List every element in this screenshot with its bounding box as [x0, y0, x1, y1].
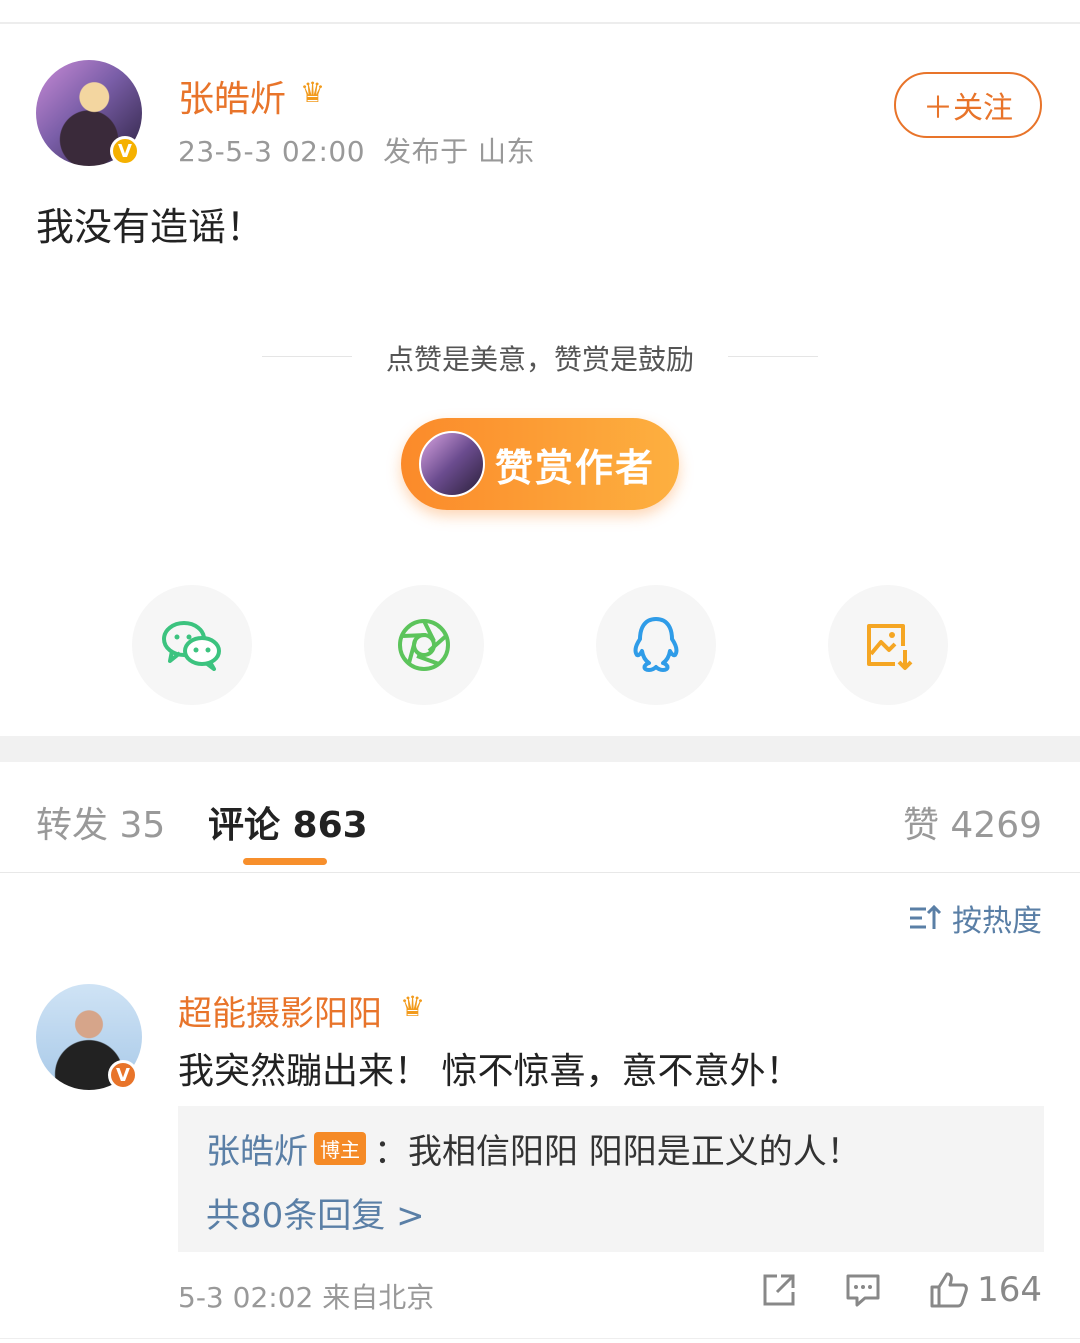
share-moments-button[interactable]	[364, 585, 484, 705]
comment-text: 我突然蹦出来！ 惊不惊喜，意不意外！	[178, 1051, 802, 1092]
save-image-icon	[867, 624, 913, 670]
share-wechat-button[interactable]	[132, 585, 252, 705]
post-text: 我没有造谣！	[36, 205, 265, 249]
post-location: 发布于 山东	[383, 135, 535, 168]
save-image-button[interactable]	[828, 585, 948, 705]
active-tab-indicator	[243, 858, 327, 865]
top-divider	[0, 22, 1080, 24]
vip-crown-icon: ♛	[300, 76, 326, 109]
comment-actions: 164	[761, 1270, 1042, 1310]
divider-left	[262, 356, 352, 357]
reply-preview: 张皓炘 博主 ：我相信阳阳 阳阳是正义的人！	[206, 1124, 861, 1173]
like-count: 164	[977, 1270, 1042, 1310]
tip-caption: 点赞是美意，赞赏是鼓励	[385, 343, 694, 376]
tabs-divider	[0, 872, 1080, 873]
like-button[interactable]: 164	[929, 1270, 1042, 1310]
author-name[interactable]: 张皓炘	[178, 70, 286, 122]
reward-avatar	[419, 431, 485, 497]
verified-icon: V	[110, 136, 140, 166]
wechat-icon	[162, 621, 221, 671]
reply-user[interactable]: 张皓炘	[206, 1124, 308, 1173]
share-qq-button[interactable]	[596, 585, 716, 705]
commenter-name[interactable]: 超能摄影阳阳	[178, 986, 382, 1035]
tab-like[interactable]: 赞 4269	[903, 796, 1042, 848]
sort-icon	[910, 904, 942, 929]
view-replies-link[interactable]: 共80条回复 >	[206, 1188, 425, 1237]
vip-crown-icon: ♛	[400, 990, 426, 1023]
section-gap	[0, 736, 1080, 762]
bottom-divider	[0, 1338, 1080, 1339]
post-date: 23-5-3 02:00	[178, 135, 366, 168]
follow-button[interactable]: ＋关注	[894, 72, 1042, 138]
tab-repost[interactable]: 转发 35	[36, 796, 165, 848]
reply-text: ：我相信阳阳 阳阳是正义的人！	[374, 1132, 861, 1172]
thumbs-up-icon	[930, 1272, 968, 1308]
reward-author-button[interactable]: 赞赏作者	[401, 418, 679, 510]
comment-meta: 5-3 02:02 来自北京	[178, 1281, 435, 1314]
share-icon[interactable]	[761, 1272, 797, 1308]
sort-button[interactable]: 按热度	[908, 896, 1042, 940]
verified-icon: V	[108, 1060, 138, 1090]
tab-comment[interactable]: 评论 863	[208, 796, 368, 848]
post-meta: 23-5-3 02:00 发布于 山东	[178, 130, 535, 170]
sort-label: 按热度	[952, 904, 1042, 939]
reply-icon[interactable]	[845, 1272, 881, 1308]
moments-icon	[398, 619, 450, 671]
divider-right	[728, 356, 818, 357]
author-badge: 博主	[314, 1132, 366, 1165]
reward-label: 赞赏作者	[495, 445, 656, 490]
qq-icon	[633, 617, 679, 672]
